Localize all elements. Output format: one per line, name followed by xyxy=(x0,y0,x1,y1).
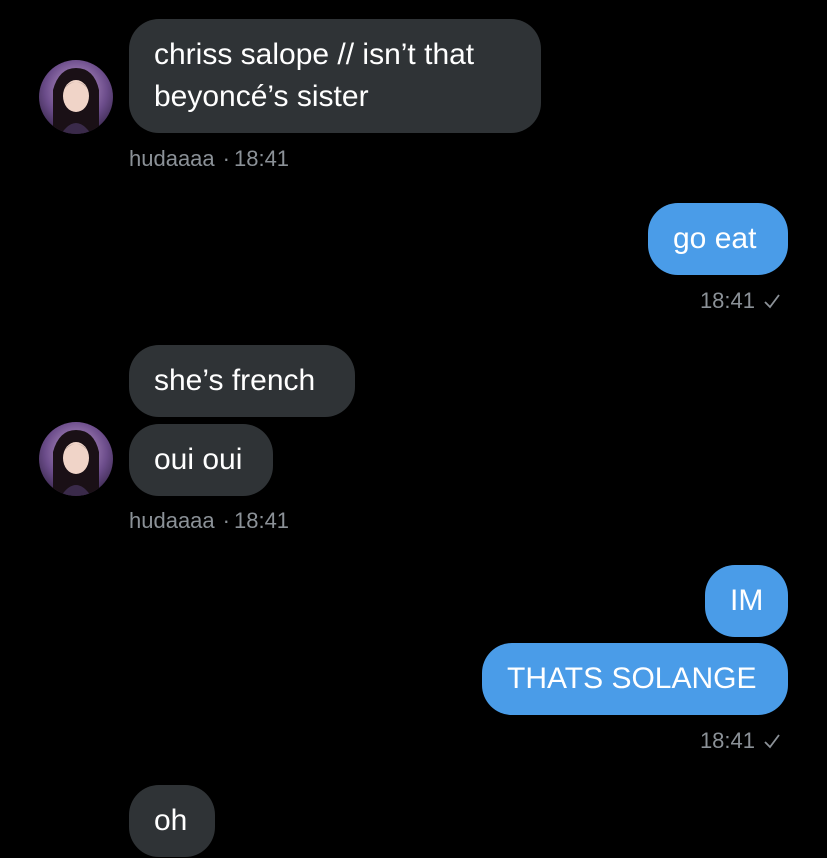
message-timestamp: 18:41 xyxy=(699,288,755,313)
avatar-photo-icon xyxy=(39,60,113,134)
message-thread: chriss salope // isn’t that beyoncé’s si… xyxy=(0,0,827,858)
message-text: THATS SOLANGE xyxy=(507,662,757,695)
meta-separator: · xyxy=(222,508,230,533)
message-text: oh xyxy=(154,804,188,837)
sender-name[interactable]: hudaaaa xyxy=(129,508,215,533)
incoming-message-bubble[interactable]: chriss salope // isn’t that beyoncé’s si… xyxy=(129,19,541,133)
meta-separator: · xyxy=(222,146,230,171)
outgoing-message-bubble[interactable]: IM xyxy=(705,565,788,637)
sent-check-icon xyxy=(764,734,780,749)
outgoing-message-bubble[interactable]: THATS SOLANGE xyxy=(482,643,788,715)
message-meta: hudaaaa · 18:41 xyxy=(129,508,289,534)
incoming-message-bubble[interactable]: oh xyxy=(129,785,215,857)
message-text-line: chriss salope // isn’t that xyxy=(154,38,475,71)
incoming-message-bubble[interactable]: she’s french xyxy=(129,345,355,417)
avatar-photo-icon xyxy=(39,422,113,496)
message-meta: 18:41 xyxy=(700,728,781,754)
sender-avatar[interactable] xyxy=(39,60,113,134)
message-text: go eat xyxy=(673,222,757,255)
message-text-line: beyoncé’s sister xyxy=(154,80,369,113)
message-text: oui oui xyxy=(154,443,243,476)
incoming-message-bubble[interactable]: oui oui xyxy=(129,424,273,496)
sender-avatar[interactable] xyxy=(39,422,113,496)
message-text: she’s french xyxy=(154,364,316,397)
sent-check-icon xyxy=(764,294,780,309)
message-timestamp: 18:41 xyxy=(233,146,290,171)
message-timestamp: 18:41 xyxy=(233,508,290,533)
message-timestamp: 18:41 xyxy=(699,728,755,753)
sender-name[interactable]: hudaaaa xyxy=(129,146,215,171)
message-meta: 18:41 xyxy=(700,288,781,314)
message-text: IM xyxy=(730,584,764,617)
message-meta: hudaaaa · 18:41 xyxy=(129,146,289,172)
outgoing-message-bubble[interactable]: go eat xyxy=(648,203,788,275)
